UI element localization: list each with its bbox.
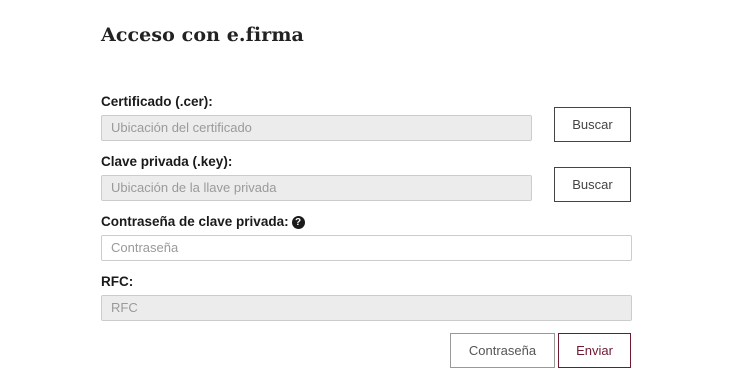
clave-privada-label: Clave privada (.key): xyxy=(101,154,233,169)
clave-privada-input[interactable]: Ubicación de la llave privada xyxy=(101,175,532,201)
contrasena-label: Contraseña de clave privada: xyxy=(101,214,289,229)
contrasena-button[interactable]: Contraseña xyxy=(450,333,555,368)
contrasena-input[interactable]: Contraseña xyxy=(101,235,632,261)
contrasena-label-row: Contraseña de clave privada:? xyxy=(101,214,305,229)
certificado-input[interactable]: Ubicación del certificado xyxy=(101,115,532,141)
enviar-button[interactable]: Enviar xyxy=(558,333,631,368)
page-title: Acceso con e.firma xyxy=(101,24,304,46)
help-icon[interactable]: ? xyxy=(291,216,305,229)
rfc-label: RFC: xyxy=(101,274,134,289)
rfc-input[interactable]: RFC xyxy=(101,295,632,321)
certificado-label: Certificado (.cer): xyxy=(101,94,213,109)
buscar-clave-button[interactable]: Buscar xyxy=(554,167,631,202)
buscar-certificado-button[interactable]: Buscar xyxy=(554,107,631,142)
